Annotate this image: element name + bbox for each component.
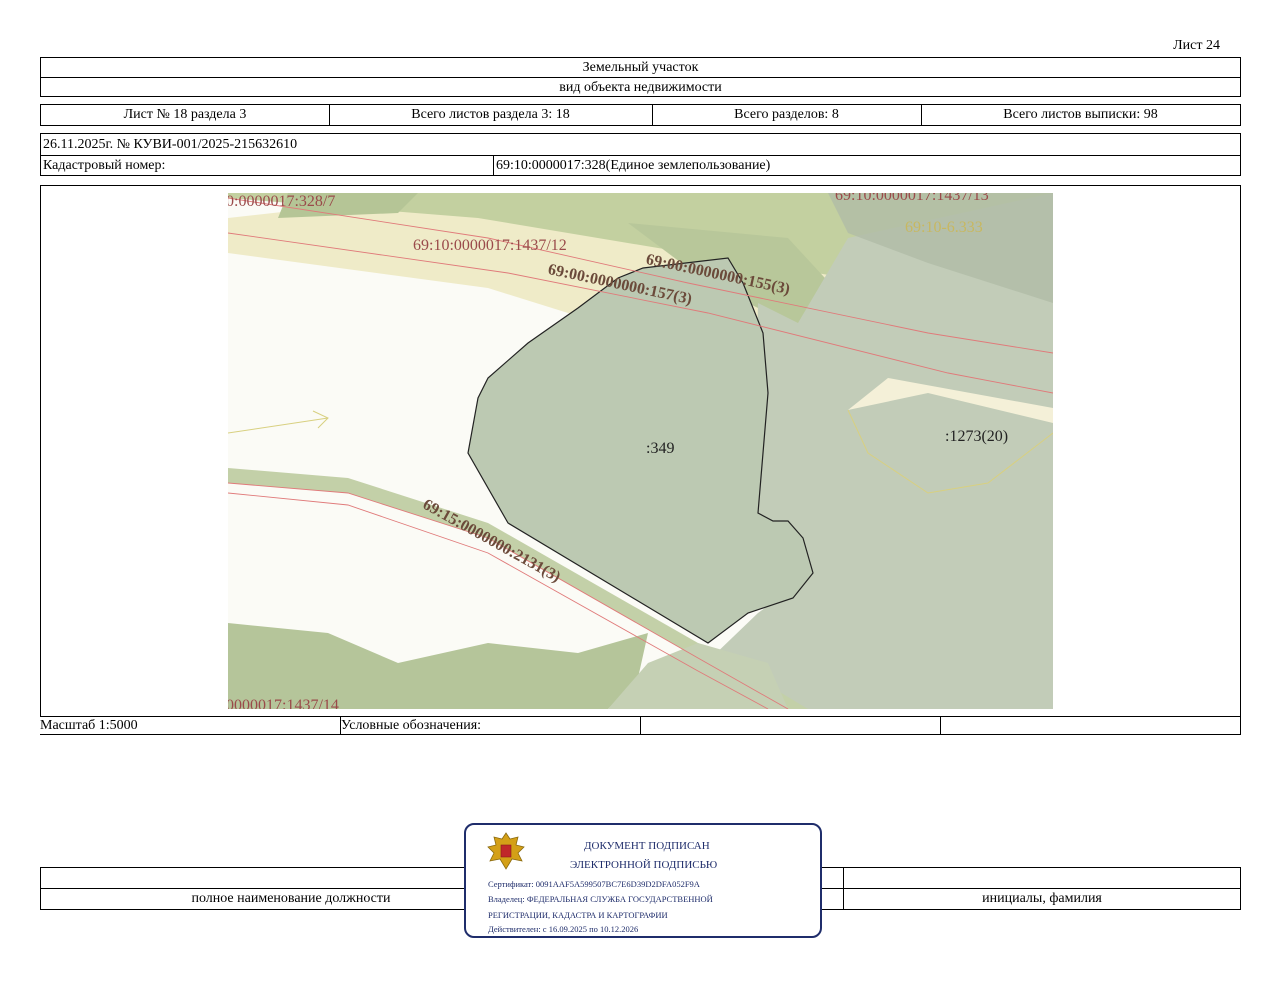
parcel-label-349: :349 xyxy=(646,440,675,457)
cadastral-number: 69:10:0000017:328(Единое землепользовани… xyxy=(496,158,771,173)
map-label: 0000017:1437/14 xyxy=(228,697,339,709)
coat-of-arms-icon xyxy=(487,832,525,870)
divider xyxy=(493,156,494,175)
divider xyxy=(1240,717,1241,735)
stamp-owner: РЕГИСТРАЦИИ, КАДАСТРА И КАРТОГРАФИИ xyxy=(488,910,668,920)
map-label: 69:10:0000017:1437/12 xyxy=(413,237,567,254)
map-svg xyxy=(228,193,1053,709)
sheet-number: Лист № 18 раздела 3 xyxy=(123,107,247,122)
stamp-owner: Владелец: ФЕДЕРАЛЬНАЯ СЛУЖБА ГОСУДАРСТВЕ… xyxy=(488,894,713,904)
total-sheets-extract: Всего листов выписки: 98 xyxy=(1003,107,1158,122)
name-label: инициалы, фамилия xyxy=(982,891,1102,906)
stamp-subtitle: ЭЛЕКТРОННОЙ ПОДПИСЬЮ xyxy=(570,859,718,871)
object-type-subtitle: вид объекта недвижимости xyxy=(559,80,722,95)
map-label: 69:10:0000017:1437/13 xyxy=(835,193,989,204)
doc-info-box: 26.11.2025г. № КУВИ-001/2025-215632610 К… xyxy=(40,133,1241,176)
cadastral-map: 0:0000017:328/7 69:10:0000017:1437/13 69… xyxy=(228,193,1053,709)
stamp-valid: Действителен: с 16.09.2025 по 10.12.2026 xyxy=(488,924,639,934)
sheet-label: Лист 24 xyxy=(1173,38,1220,53)
info-row: Лист № 18 раздела 3 Всего листов раздела… xyxy=(40,104,1241,126)
legend-row: Масштаб 1:5000 Условные обозначения: xyxy=(40,717,1241,735)
divider xyxy=(640,717,641,735)
stamp-certificate: Сертификат: 0091AAF5A599507BC7E6D39D2DFA… xyxy=(488,879,700,889)
total-sections: Всего разделов: 8 xyxy=(734,107,839,122)
map-label: 69:10-6.333 xyxy=(905,219,983,236)
header-box: Земельный участок вид объекта недвижимос… xyxy=(40,57,1241,97)
map-label: 0:0000017:328/7 xyxy=(228,193,336,210)
parcel-label-1273: :1273(20) xyxy=(945,428,1009,445)
cadastral-label: Кадастровый номер: xyxy=(43,158,166,173)
total-sheets-section: Всего листов раздела 3: 18 xyxy=(411,107,570,122)
legend-label: Условные обозначения: xyxy=(341,718,482,733)
doc-reference: 26.11.2025г. № КУВИ-001/2025-215632610 xyxy=(43,137,298,152)
scale-label: Масштаб 1:5000 xyxy=(40,718,138,733)
divider xyxy=(940,717,941,735)
object-type-title: Земельный участок xyxy=(582,60,699,75)
stamp-title: ДОКУМЕНТ ПОДПИСАН xyxy=(584,840,710,852)
e-signature-stamp: ДОКУМЕНТ ПОДПИСАН ЭЛЕКТРОННОЙ ПОДПИСЬЮ С… xyxy=(464,823,822,938)
